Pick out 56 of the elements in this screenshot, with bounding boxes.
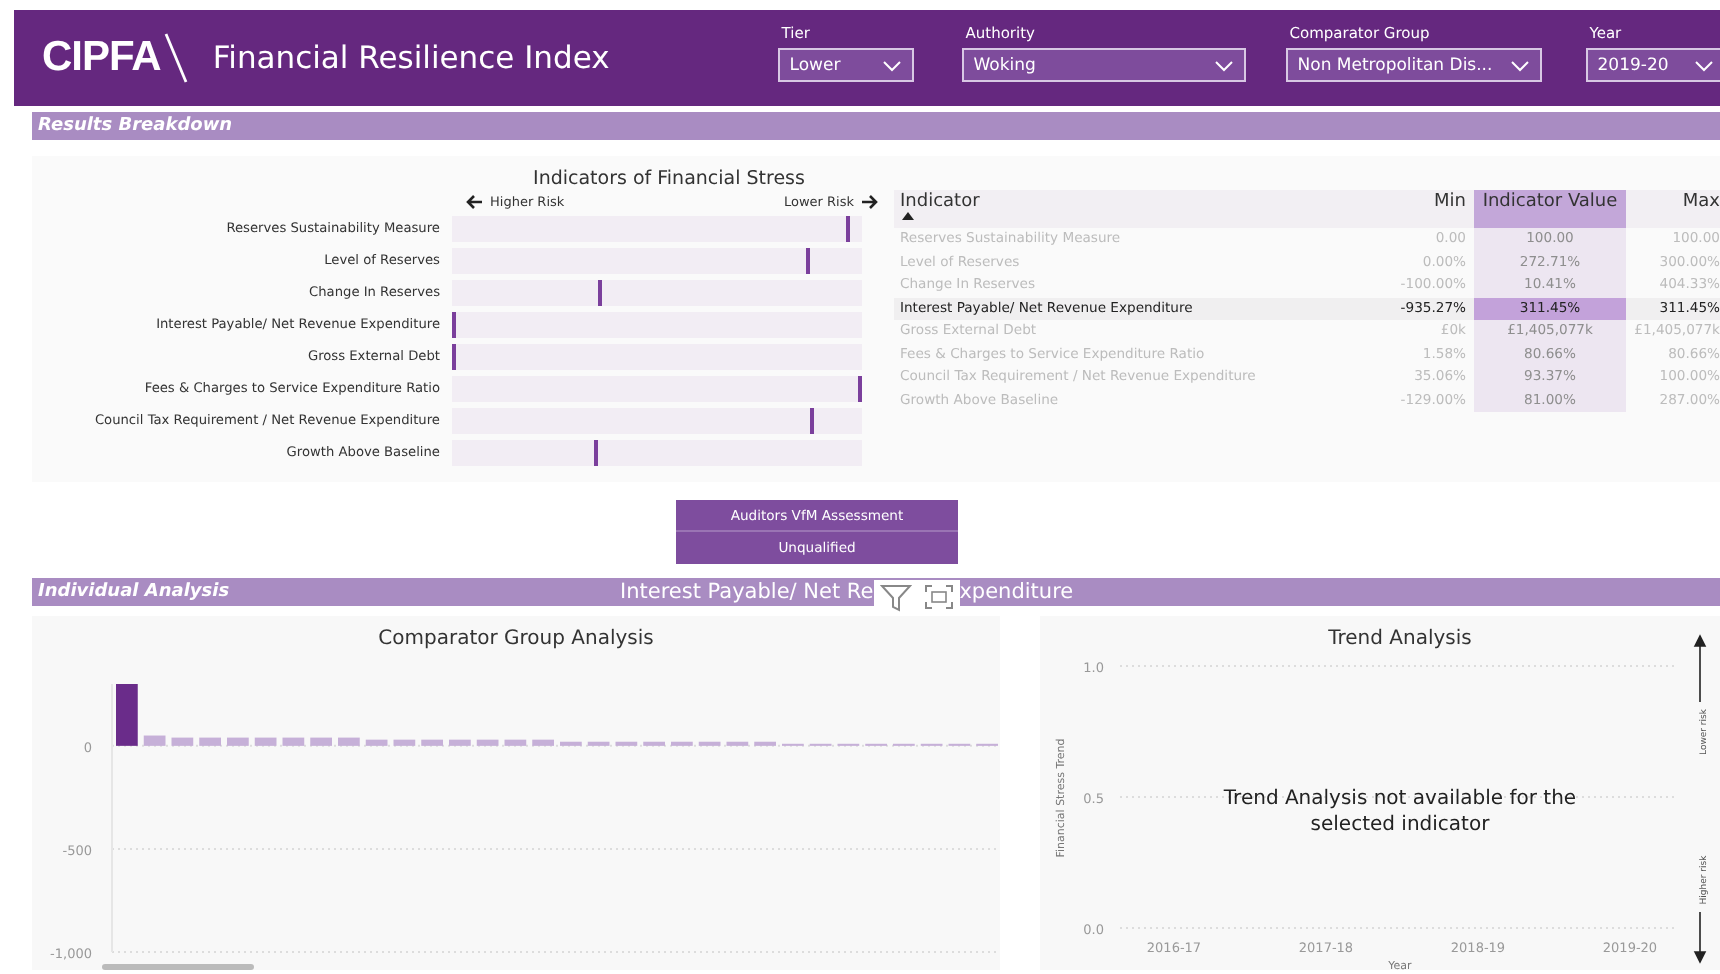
bar[interactable] <box>143 735 166 746</box>
bar[interactable] <box>587 741 610 746</box>
bar[interactable] <box>615 741 638 746</box>
filter-icon[interactable] <box>879 583 912 611</box>
bar[interactable] <box>171 737 194 746</box>
bar[interactable] <box>449 739 471 746</box>
bar[interactable] <box>199 737 221 746</box>
dropdown[interactable]: 2019-20 <box>1585 48 1720 82</box>
column-header[interactable]: Min <box>1434 192 1466 212</box>
column-header[interactable]: Indicator Value <box>1474 190 1626 228</box>
bar[interactable] <box>532 739 554 746</box>
bar[interactable] <box>116 684 138 746</box>
logo-slash-icon <box>164 32 189 84</box>
bar[interactable] <box>254 737 277 746</box>
app-title: Financial Resilience Index <box>212 40 610 76</box>
chevron-down-icon <box>1509 59 1530 71</box>
sort-icon <box>902 212 914 220</box>
chevron-down-icon <box>1213 59 1234 71</box>
dropdown[interactable]: Woking <box>961 48 1246 82</box>
arrow-right-icon <box>860 193 878 209</box>
chevron-down-icon <box>881 59 902 71</box>
section-title: Individual Analysis <box>36 582 232 602</box>
column-header[interactable]: Max <box>1682 192 1720 212</box>
indicator-title: Interest Payable/ Net Re <box>620 580 874 604</box>
arrow-down-icon <box>1694 911 1706 964</box>
bar[interactable] <box>421 739 443 746</box>
section-title: Results Breakdown <box>36 116 233 136</box>
arrow-up-icon <box>1694 634 1706 703</box>
bar[interactable] <box>671 741 693 746</box>
empty-chart-message: Trend Analysis not available for the <box>1223 788 1577 810</box>
bar[interactable] <box>754 741 776 746</box>
bar[interactable] <box>504 739 527 746</box>
chart-title: Indicators of Financial Stress <box>531 168 807 190</box>
bar[interactable] <box>338 737 360 746</box>
bar[interactable] <box>560 741 582 746</box>
bar[interactable] <box>365 739 388 746</box>
bar[interactable] <box>726 741 749 746</box>
column-header[interactable]: Indicator <box>900 192 1378 212</box>
arrow-left-icon <box>466 193 484 209</box>
indicator-title: xpenditure <box>959 580 1074 604</box>
scrollbar-thumb[interactable] <box>102 964 254 970</box>
bar[interactable] <box>310 737 332 746</box>
chart-title: Comparator Group Analysis <box>378 628 654 650</box>
bar[interactable] <box>698 741 721 746</box>
focus-mode-icon[interactable] <box>923 584 954 610</box>
bar[interactable] <box>282 737 305 746</box>
dropdown[interactable]: Lower <box>777 48 914 82</box>
empty-chart-message: selected indicator <box>1310 814 1490 836</box>
bar[interactable] <box>643 741 665 746</box>
logo-text: CIPFA <box>42 34 161 82</box>
bar[interactable] <box>393 739 416 746</box>
chevron-down-icon <box>1693 59 1714 71</box>
bar[interactable] <box>476 739 499 746</box>
bar[interactable] <box>227 737 249 746</box>
chart-title: Trend Analysis <box>1328 628 1472 650</box>
dropdown[interactable]: Non Metropolitan Dis... <box>1285 48 1542 82</box>
